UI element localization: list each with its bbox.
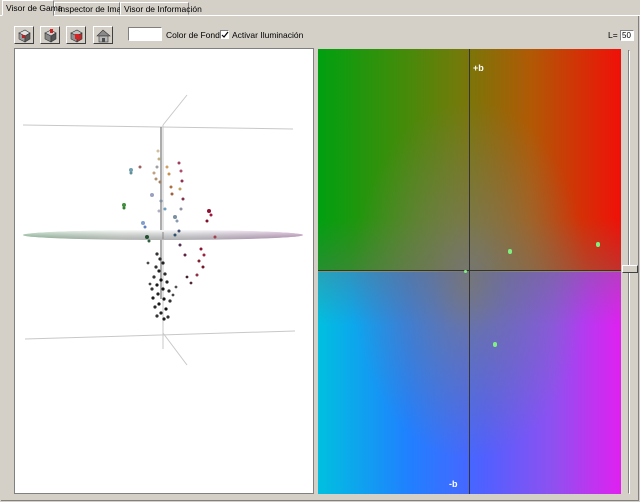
lighting-label: Activar Iluminación bbox=[232, 30, 304, 40]
cube-color-icon bbox=[44, 29, 57, 43]
cube-red-icon bbox=[70, 29, 83, 43]
background-color-label: Color de Fondo bbox=[166, 30, 225, 40]
gamut-3d-canvas bbox=[22, 94, 303, 366]
gamut-3d-view[interactable] bbox=[14, 48, 314, 494]
a-axis bbox=[318, 270, 621, 271]
tab-visor-de-gama[interactable]: Visor de Gama bbox=[2, 0, 63, 16]
view-color-cube-button[interactable] bbox=[40, 26, 60, 44]
background-color-swatch[interactable] bbox=[128, 27, 162, 41]
view-red-cube-button[interactable] bbox=[66, 26, 86, 44]
dark-point-cluster bbox=[146, 252, 193, 321]
lighting-checkbox[interactable] bbox=[220, 30, 229, 39]
tab-inspector-de-imagen[interactable]: Inspector de Imagen bbox=[54, 2, 136, 15]
cube-icon bbox=[18, 29, 31, 43]
tab-visor-de-informacion[interactable]: Visor de Información bbox=[120, 2, 202, 15]
ab-color-plane[interactable]: +b -b bbox=[318, 49, 621, 494]
house-icon bbox=[96, 29, 111, 43]
l-value-input[interactable]: 50 bbox=[620, 30, 634, 41]
view-cube-button[interactable] bbox=[14, 26, 34, 44]
tab-bar: Visor de Gama Inspector de Imagen Visor … bbox=[0, 0, 640, 16]
gamut-sample-point bbox=[493, 342, 497, 347]
gamut-sample-point bbox=[508, 249, 512, 254]
gamut-sample-point bbox=[464, 270, 467, 273]
b-axis bbox=[469, 49, 470, 494]
checkmark-icon bbox=[221, 31, 229, 38]
minus-b-label: -b bbox=[449, 479, 458, 489]
gamut-sample-point bbox=[596, 242, 600, 247]
gamut-point-cloud bbox=[122, 149, 217, 277]
l-value-label: L= bbox=[608, 30, 618, 40]
plus-b-label: +b bbox=[473, 63, 484, 73]
lightness-slider-thumb[interactable] bbox=[622, 265, 638, 273]
view-home-button[interactable] bbox=[93, 26, 113, 44]
